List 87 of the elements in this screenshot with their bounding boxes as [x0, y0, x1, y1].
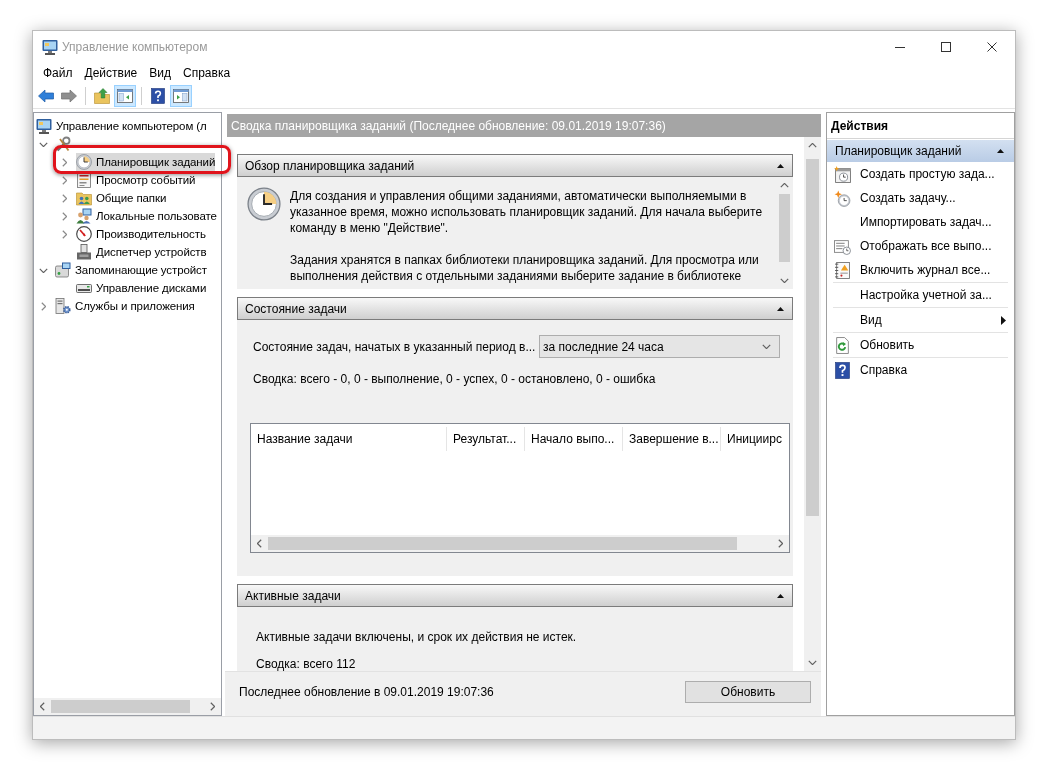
- pane-header: Сводка планировщика заданий (Последнее обновление: 09.01.2019 19:07:36): [227, 114, 821, 137]
- chevron-down-icon[interactable]: [808, 660, 817, 665]
- tree-item[interactable]: Управление дисками: [76, 279, 207, 297]
- column-header[interactable]: Завершение в...: [623, 427, 721, 451]
- section-header[interactable]: Обзор планировщика заданий: [237, 154, 793, 177]
- chevron-right-icon[interactable]: [41, 301, 46, 311]
- notebook-icon: [834, 261, 851, 279]
- window-title: Управление компьютером: [62, 40, 209, 54]
- pane-title: Действия: [827, 113, 1014, 139]
- gauge-icon: [76, 226, 92, 242]
- action-item[interactable]: Справка: [827, 358, 1014, 382]
- tree-item[interactable]: Управление компьютером (л: [36, 117, 207, 135]
- column-header[interactable]: Инициирс: [721, 427, 789, 451]
- tree-item[interactable]: Локальные пользовате: [76, 207, 217, 225]
- description-text: Для создания и управления общими заданиями, автоматически выполняемыми в указанное время, можно использовать планировщик заданий. Для начала выберите команду в меню "Действие".: [290, 188, 764, 236]
- column-header[interactable]: Название задачи: [251, 427, 447, 451]
- period-label: Состояние задач, начатых в указанный период в...: [253, 339, 536, 354]
- menu-item[interactable]: Действие: [78, 64, 144, 82]
- chevron-down-icon[interactable]: [39, 267, 48, 273]
- chevron-left-icon[interactable]: [257, 539, 262, 548]
- list-clock-icon: [834, 237, 851, 255]
- chevron-right-icon[interactable]: [778, 539, 783, 548]
- action-item[interactable]: Включить журнал все...: [827, 258, 1014, 282]
- clock-icon: [76, 154, 92, 170]
- tree-item[interactable]: [55, 135, 71, 153]
- period-dropdown[interactable]: за последние 24 часа: [539, 335, 780, 358]
- window-clock-icon: [834, 165, 851, 183]
- tools-icon: [55, 136, 71, 152]
- action-item[interactable]: Создать простую зада...: [827, 162, 1014, 186]
- action-item[interactable]: Отображать все выпо...: [827, 234, 1014, 258]
- clock-icon: [247, 187, 281, 221]
- maximize-icon: [941, 42, 951, 52]
- computer-icon: [36, 118, 52, 134]
- menu-item[interactable]: Файл: [37, 64, 79, 82]
- action-group-header[interactable]: Планировщик заданий: [827, 140, 1014, 162]
- triangle-right-icon: [1001, 315, 1006, 325]
- tree-item[interactable]: Просмотр событий: [76, 171, 196, 189]
- tree-item[interactable]: Планировщик заданий: [76, 153, 216, 171]
- chevron-down-icon: [762, 344, 771, 349]
- scrollbar-thumb[interactable]: [51, 700, 190, 713]
- tree-item[interactable]: Запоминающие устройст: [55, 261, 207, 279]
- chevron-down-icon[interactable]: [780, 278, 789, 283]
- close-icon: [987, 42, 997, 52]
- scrollbar-thumb[interactable]: [268, 537, 737, 550]
- chevron-right-icon[interactable]: [62, 157, 67, 167]
- action-item[interactable]: Вид: [827, 308, 1014, 332]
- summary-text: Сводка: всего 112: [256, 656, 357, 671]
- tree-item[interactable]: Общие папки: [76, 189, 167, 207]
- summary-text: Сводка: всего - 0, 0 - выполнение, 0 - успех, 0 - остановлено, 0 - ошибка: [253, 371, 657, 387]
- tree-item[interactable]: Диспетчер устройств: [76, 243, 207, 261]
- status-text: Активные задачи включены, и срок их действия не истек.: [256, 629, 578, 645]
- description-text: Задания хранятся в папках библиотеки планировщика заданий. Для просмотра или выполнения действия с отдельными заданиями выберите задание в библиотеке: [290, 252, 760, 284]
- minimize-icon: [895, 46, 905, 48]
- scrollbar-thumb[interactable]: [806, 159, 819, 516]
- column-header[interactable]: Начало выпо...: [525, 427, 623, 451]
- action-item[interactable]: Обновить: [827, 333, 1014, 357]
- clock-sparkle-icon: [834, 189, 851, 207]
- scrollbar-thumb[interactable]: [779, 194, 790, 262]
- section-header[interactable]: Состояние задачи: [237, 297, 793, 320]
- server-gear-icon: [55, 298, 71, 314]
- computer-icon: [42, 39, 58, 55]
- menu-item[interactable]: Справка: [177, 64, 237, 82]
- column-header[interactable]: Результат...: [447, 427, 525, 451]
- chevron-right-icon[interactable]: [62, 211, 67, 221]
- help-icon: [834, 361, 851, 379]
- chevron-left-icon[interactable]: [40, 702, 45, 711]
- storage-icon: [55, 262, 71, 278]
- refresh-button[interactable]: Обновить: [685, 681, 811, 703]
- device-icon: [76, 244, 92, 260]
- chevron-up-icon[interactable]: [780, 183, 789, 188]
- tree-item[interactable]: Службы и приложения: [55, 297, 195, 315]
- last-update-text: Последнее обновление в 09.01.2019 19:07:36: [239, 684, 494, 701]
- section-header[interactable]: Активные задачи: [237, 584, 793, 607]
- action-item[interactable]: Создать задачу...: [827, 186, 1014, 210]
- refresh-icon: [834, 336, 851, 354]
- chevron-right-icon[interactable]: [62, 175, 67, 185]
- chevron-down-icon[interactable]: [39, 141, 48, 147]
- action-item[interactable]: Импортировать задач...: [827, 210, 1014, 234]
- chevron-up-icon[interactable]: [808, 143, 817, 148]
- shared-folder-icon: [76, 190, 92, 206]
- chevron-right-icon[interactable]: [210, 702, 215, 711]
- chevron-right-icon[interactable]: [62, 193, 67, 203]
- action-item[interactable]: Настройка учетной за...: [827, 283, 1014, 307]
- chevron-right-icon[interactable]: [62, 229, 67, 239]
- tree-item[interactable]: Производительность: [76, 225, 206, 243]
- menu-item[interactable]: Вид: [143, 64, 177, 82]
- users-icon: [76, 208, 92, 224]
